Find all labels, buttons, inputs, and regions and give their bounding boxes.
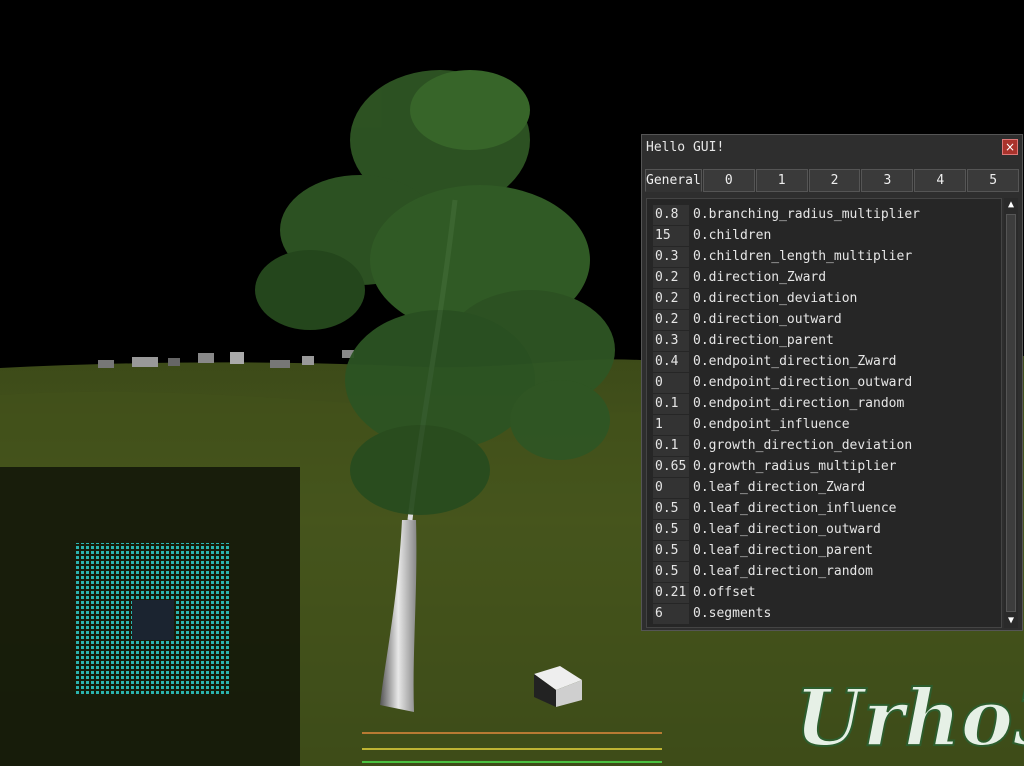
parameter-row: 0.5 0.leaf_direction_outward [653, 520, 881, 540]
parameter-value-field[interactable]: 0.2 [653, 268, 689, 288]
parameter-value-field[interactable]: 0.5 [653, 541, 689, 561]
parameter-name: 0.endpoint_direction_Zward [693, 354, 897, 369]
parameter-row: 0 0.endpoint_direction_outward [653, 373, 912, 393]
parameter-value-field[interactable]: 0.65 [653, 457, 689, 477]
parameter-name: 0.offset [693, 585, 756, 600]
parameter-row: 0.5 0.leaf_direction_random [653, 562, 873, 582]
parameter-value-field[interactable]: 0 [653, 373, 689, 393]
parameter-row: 15 0.children [653, 226, 771, 246]
parameter-row: 0.3 0.children_length_multiplier [653, 247, 912, 267]
parameter-value-field[interactable]: 0.5 [653, 520, 689, 540]
parameter-value-field[interactable]: 0.4 [653, 352, 689, 372]
close-icon[interactable]: × [1002, 139, 1018, 155]
parameter-value-field[interactable]: 15 [653, 226, 689, 246]
parameter-value-field[interactable]: 0.1 [653, 436, 689, 456]
parameter-name: 0.direction_outward [693, 312, 842, 327]
minimap-center [132, 600, 174, 640]
parameter-name: 0.growth_direction_deviation [693, 438, 913, 453]
tab-general[interactable]: General [645, 169, 702, 192]
gui-window[interactable]: Hello GUI! × General 0 1 2 3 4 5 0.8 0.br… [641, 134, 1023, 631]
parameter-row: 0.8 0.branching_radius_multiplier [653, 205, 920, 225]
parameter-value-field[interactable]: 0.2 [653, 289, 689, 309]
parameter-name: 0.growth_radius_multiplier [693, 459, 897, 474]
parameter-row: 0.4 0.endpoint_direction_Zward [653, 352, 897, 372]
parameter-value-field[interactable]: 0.5 [653, 499, 689, 519]
scroll-down-icon[interactable]: ▼ [1004, 614, 1018, 628]
tab-1[interactable]: 1 [755, 169, 808, 192]
logo-text: Urho3D [795, 673, 1024, 764]
tab-3[interactable]: 3 [861, 169, 914, 192]
parameter-row: 0.1 0.growth_direction_deviation [653, 436, 912, 456]
parameter-row: 0.1 0.endpoint_direction_random [653, 394, 904, 414]
tab-2[interactable]: 2 [808, 169, 861, 192]
parameter-value-field[interactable]: 6 [653, 604, 689, 624]
urho3d-logo: Urho3D [794, 672, 1024, 765]
window-title: Hello GUI! [646, 140, 725, 155]
parameter-value-field[interactable]: 0.1 [653, 394, 689, 414]
parameter-value-field[interactable]: 0.21 [653, 583, 689, 603]
parameter-row: 0.65 0.growth_radius_multiplier [653, 457, 897, 477]
parameter-value-field[interactable]: 0.2 [653, 310, 689, 330]
parameter-value-field[interactable]: 0 [653, 478, 689, 498]
parameter-value-field[interactable]: 0.5 [653, 562, 689, 582]
parameter-name: 0.branching_radius_multiplier [693, 207, 920, 222]
scrollbar-thumb[interactable] [1006, 214, 1016, 612]
parameter-name: 0.leaf_direction_parent [693, 543, 874, 558]
parameter-name: 0.leaf_direction_outward [693, 522, 881, 537]
tab-5[interactable]: 5 [967, 169, 1020, 192]
parameter-row: 0.21 0.offset [653, 583, 756, 603]
parameter-name: 0.endpoint_influence [693, 417, 850, 432]
parameter-name: 0.direction_deviation [693, 291, 858, 306]
parameter-name: 0.direction_Zward [693, 270, 827, 285]
parameter-value-field[interactable]: 1 [653, 415, 689, 435]
tab-4[interactable]: 4 [914, 169, 967, 192]
parameter-row: 0.5 0.leaf_direction_influence [653, 499, 897, 519]
parameter-name: 0.segments [693, 606, 772, 621]
parameter-row: 0.2 0.direction_Zward [653, 268, 826, 288]
parameter-row: 0 0.leaf_direction_Zward [653, 478, 865, 498]
vertical-scrollbar[interactable]: ▲ ▼ [1004, 198, 1018, 628]
minimap-panel[interactable] [0, 467, 300, 766]
parameter-row: 0.3 0.direction_parent [653, 331, 834, 351]
parameter-row: 0.2 0.direction_deviation [653, 289, 857, 309]
parameter-list[interactable]: 0.8 0.branching_radius_multiplier 15 0.chi… [646, 198, 1002, 628]
parameter-row: 1 0.endpoint_influence [653, 415, 850, 435]
parameter-row: 6 0.segments [653, 604, 771, 624]
parameter-name: 0.children_length_multiplier [693, 249, 913, 264]
parameter-name: 0.leaf_direction_Zward [693, 480, 866, 495]
parameter-value-field[interactable]: 0.8 [653, 205, 689, 225]
parameter-name: 0.children [693, 228, 772, 243]
parameter-name: 0.leaf_direction_random [693, 564, 874, 579]
parameter-name: 0.endpoint_direction_outward [693, 375, 913, 390]
parameter-value-field[interactable]: 0.3 [653, 247, 689, 267]
parameter-value-field[interactable]: 0.3 [653, 331, 689, 351]
tab-0[interactable]: 0 [702, 169, 755, 192]
parameter-name: 0.leaf_direction_influence [693, 501, 897, 516]
parameter-name: 0.direction_parent [693, 333, 834, 348]
parameter-row: 0.2 0.direction_outward [653, 310, 842, 330]
scroll-up-icon[interactable]: ▲ [1004, 198, 1018, 212]
parameter-row: 0.5 0.leaf_direction_parent [653, 541, 873, 561]
parameter-name: 0.endpoint_direction_random [693, 396, 905, 411]
tab-bar: General 0 1 2 3 4 5 [645, 169, 1020, 192]
